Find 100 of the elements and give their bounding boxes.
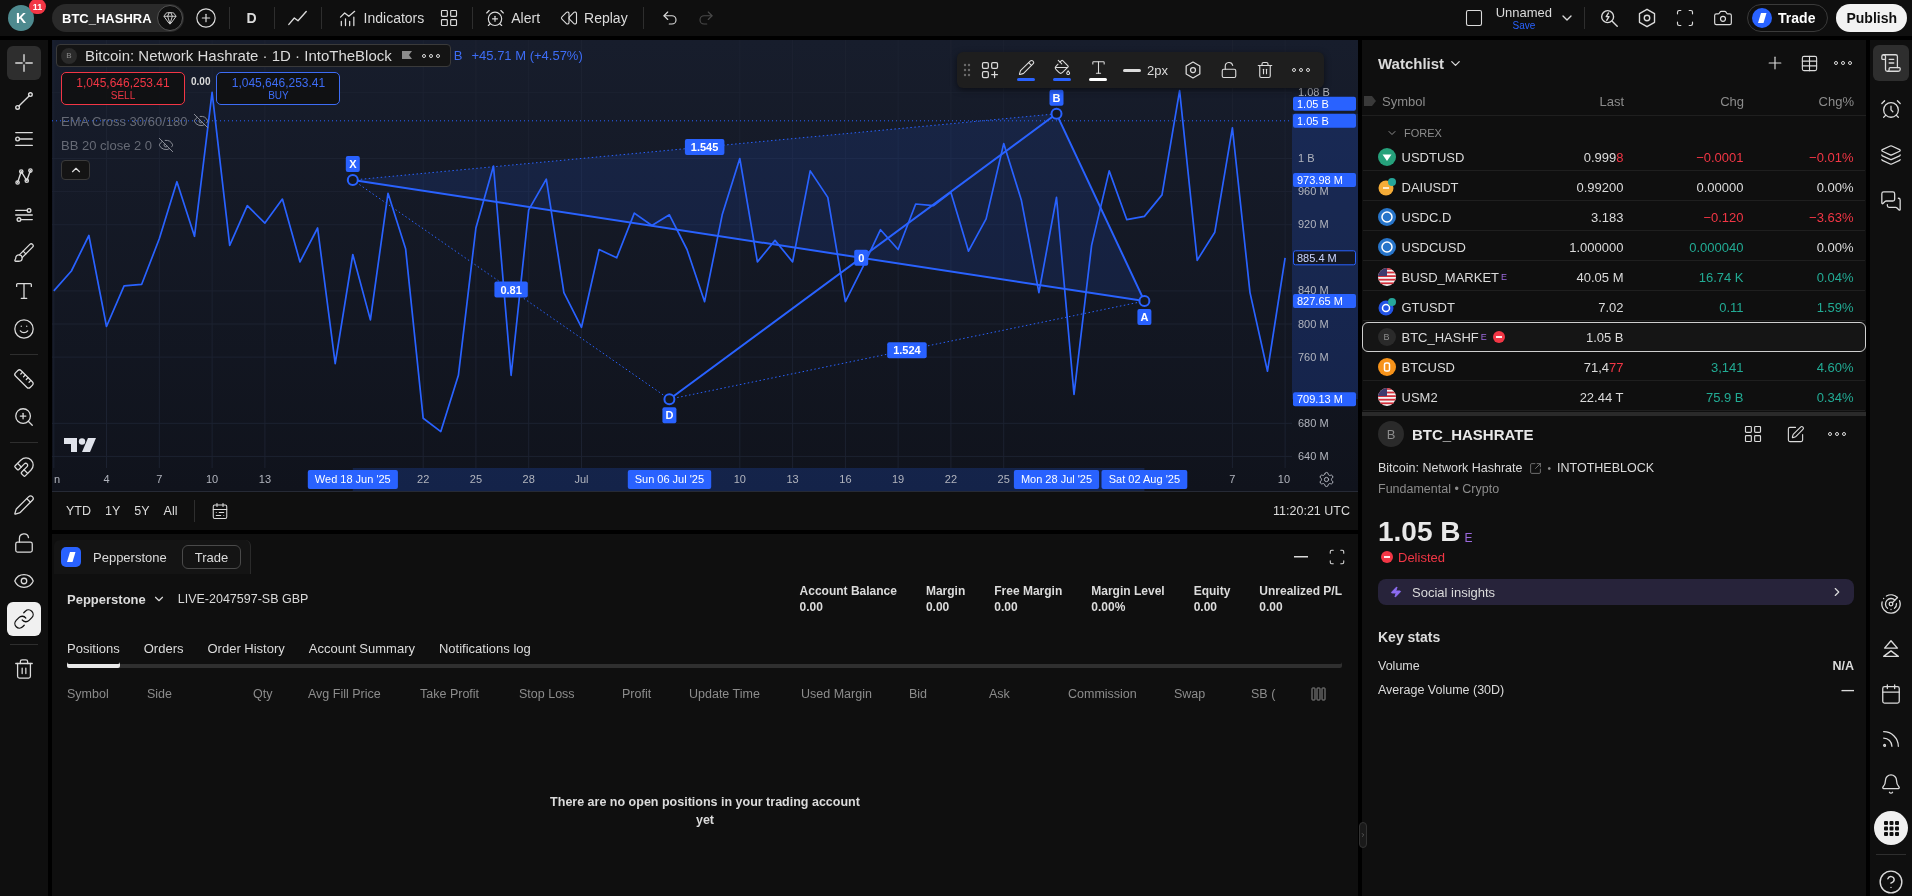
price-axis-label: 680 M: [1298, 416, 1329, 429]
last-price: 0.99200: [1575, 179, 1624, 195]
column-header[interactable]: Chg: [1624, 93, 1744, 109]
column-header[interactable]: Symbol: [1382, 93, 1426, 109]
triangles-icon: [1880, 638, 1902, 660]
time-axis-label: 28: [522, 473, 535, 485]
watchlist-button[interactable]: [1873, 45, 1909, 81]
panel-tab[interactable]: Account Summary: [308, 632, 415, 668]
notification-count: 11: [29, 0, 46, 14]
layout-name[interactable]: Unnamed: [1495, 5, 1553, 20]
maximize-icon: [1328, 548, 1346, 566]
link-button[interactable]: [7, 602, 41, 636]
broker-tab[interactable]: Pepperstone Trade: [54, 540, 252, 574]
watchlist-row[interactable]: USDCUSD 1.000000 0.000040 0.00%: [1362, 232, 1866, 262]
symbol-name: BTC_HASHRATE: [1412, 425, 1534, 443]
flag-icon: [1377, 388, 1396, 406]
watchlist-row[interactable]: USDC.D 3.183 −0.120 −3.63%: [1362, 202, 1866, 232]
range-button[interactable]: 1Y: [99, 498, 127, 524]
watchlist-row[interactable]: DAIUSDT 0.99200 0.00000 0.00%: [1362, 172, 1866, 202]
data-source: INTOTHEBLOCK: [1557, 461, 1655, 475]
column-header: Qty: [253, 687, 274, 701]
watchlist-row[interactable]: BUSD_MARKET E 40.05 M 16.74 K 0.04%: [1362, 262, 1866, 292]
broker-selector[interactable]: Pepperstone: [67, 591, 166, 607]
external-link-icon[interactable]: [1528, 461, 1542, 475]
column-header[interactable]: Last: [1530, 93, 1624, 109]
column-header[interactable]: Chg%: [1744, 93, 1854, 109]
fullscreen-icon: [1675, 8, 1696, 28]
panel-tab[interactable]: Orders: [143, 632, 184, 668]
social-insights-button[interactable]: Social insights: [1378, 579, 1854, 605]
search-icon: [1598, 7, 1621, 29]
range-button[interactable]: YTD: [60, 498, 97, 524]
avatar[interactable]: K: [8, 5, 34, 31]
watchlist-row[interactable]: BTCUSD 71,477 3,141 4.60%: [1362, 352, 1866, 382]
time-axis-label: 7: [1229, 473, 1236, 485]
rewind-icon: [560, 9, 579, 27]
watchlist-row[interactable]: B BTC_HASHF E 1.05 B: [1362, 322, 1866, 352]
sell-button[interactable]: 1,045,646,253.41 SELL: [61, 72, 185, 105]
column-header: Side: [147, 687, 174, 701]
trade-button[interactable]: Trade: [1747, 4, 1829, 32]
watchlist-row[interactable]: GTUSDT 7.02 0.11 1.59%: [1362, 292, 1866, 322]
pencil-icon: [13, 494, 35, 516]
eye-off-icon[interactable]: [193, 113, 210, 129]
panel-tab[interactable]: Positions: [67, 632, 120, 668]
logo-icon: [64, 438, 96, 452]
column-header: Take Profit: [420, 687, 481, 701]
publish-button[interactable]: Publish: [1836, 4, 1907, 32]
panel-tab[interactable]: Order History: [207, 632, 285, 668]
symbol-name: DAIUSDT: [1401, 179, 1459, 195]
interval-button[interactable]: D: [234, 2, 269, 34]
line-width-button[interactable]: 2px: [1117, 54, 1174, 86]
symbol-suffix: E: [1480, 332, 1487, 342]
range-button[interactable]: 5Y: [128, 498, 156, 524]
last-price: 1.05 B: [1378, 515, 1461, 549]
apps-button[interactable]: [1874, 811, 1908, 845]
percent-change: 0.00%: [1815, 239, 1854, 255]
grid-icon: [1743, 424, 1763, 444]
column-header: Symbol: [67, 687, 110, 701]
coin-icon: [1377, 358, 1396, 376]
symbol-name: BTCUSD: [1401, 359, 1455, 375]
indicators-button[interactable]: Indicators: [330, 2, 432, 34]
price-change: 75.9 B: [1704, 389, 1744, 405]
link-icon: [13, 608, 35, 630]
last-price: 0.9998: [1582, 149, 1624, 165]
column-header: Update Time: [689, 687, 761, 701]
price-marker: 827.65 M: [1293, 294, 1356, 309]
data-source-button[interactable]: [156, 5, 183, 31]
watchlist-row[interactable]: USDTUSD 0.9998 −0.0001 −0.01%: [1362, 142, 1866, 172]
alert-button[interactable]: Alert: [478, 2, 548, 34]
trash-icon: [1255, 61, 1274, 79]
range-button[interactable]: All: [157, 498, 184, 524]
replay-button[interactable]: Replay: [553, 2, 635, 34]
undo-icon: [660, 9, 679, 27]
gem-icon: [162, 11, 177, 25]
more-icon: [1291, 68, 1310, 72]
symbol-logo: B: [1377, 328, 1396, 346]
crosshair-icon: [13, 52, 35, 74]
price-marker: 973.98 M: [1293, 173, 1356, 187]
ring-coin-icon: [1377, 208, 1396, 226]
watchlist-row[interactable]: USM2 22.44 T 75.9 B 0.34%: [1362, 382, 1866, 412]
symbol-search-button[interactable]: BTC_HASHRA: [52, 4, 184, 32]
save-button[interactable]: Save: [1512, 20, 1536, 31]
crosshair-tool-button[interactable]: [7, 46, 41, 80]
trade-button[interactable]: Trade: [181, 545, 242, 569]
watchlist-title[interactable]: Watchlist: [1378, 54, 1464, 72]
panel-tab[interactable]: Notifications log: [439, 632, 531, 668]
collapse-legend-button[interactable]: [61, 160, 90, 180]
percent-change: 1.59%: [1815, 299, 1854, 315]
eye-off-icon[interactable]: [158, 137, 175, 153]
settings-icon[interactable]: [1320, 472, 1333, 487]
buy-button[interactable]: 1,045,646,253.41 BUY: [216, 72, 341, 105]
symbol-name: USDC.D: [1401, 209, 1452, 225]
table-icon: [1799, 53, 1819, 73]
bell-icon: [1880, 773, 1902, 795]
stat-label: Margin Level: [1091, 583, 1165, 599]
drag-handle-icon: [963, 63, 971, 77]
smiley-icon: [13, 318, 35, 340]
panel-collapse-handle[interactable]: [1359, 822, 1367, 848]
price-marker: 1.05 B: [1293, 96, 1356, 111]
columns-icon[interactable]: [1311, 687, 1327, 701]
clock: 11:20:21 UTC: [1273, 504, 1350, 518]
